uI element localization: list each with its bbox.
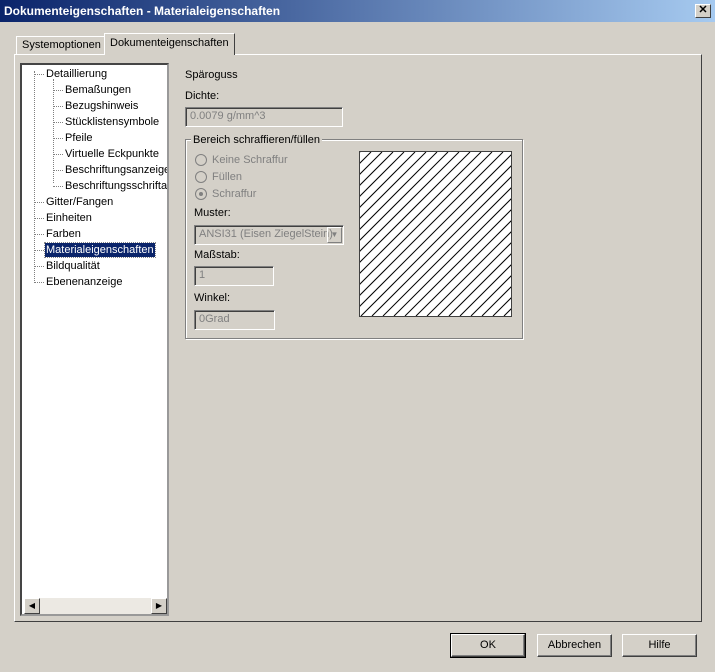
- hatch-pattern-image: [195, 151, 715, 317]
- hatch-line: [470, 151, 636, 317]
- angle-label: Winkel:: [194, 292, 231, 304]
- pattern-value: ANSI31 (Eisen ZiegelStein): [199, 228, 333, 240]
- tree-item[interactable]: Pfeile: [64, 131, 94, 145]
- window-title: Dokumenteigenschaften - Materialeigensch…: [4, 4, 281, 18]
- tree-item[interactable]: Virtuelle Eckpunkte: [64, 147, 160, 161]
- hatch-line: [382, 151, 548, 317]
- radio-icon: [195, 154, 207, 166]
- tree-item[interactable]: Bildqualität: [45, 259, 101, 273]
- radio-fuellen[interactable]: Füllen: [195, 171, 242, 183]
- radio-checked-icon: [195, 188, 207, 200]
- scale-input[interactable]: 1: [194, 266, 274, 286]
- close-button[interactable]: ✕: [695, 4, 711, 18]
- tree-item[interactable]: Farben: [45, 227, 82, 241]
- tree-item[interactable]: Einheiten: [45, 211, 93, 225]
- tree-item[interactable]: Ebenenanzeige: [45, 275, 123, 289]
- horizontal-scrollbar[interactable]: ◀ ▶: [24, 598, 167, 614]
- density-label: Dichte:: [185, 90, 220, 102]
- hatch-line: [360, 151, 526, 317]
- scroll-left-icon[interactable]: ◀: [24, 598, 40, 614]
- tree-item[interactable]: Bemaßungen: [64, 83, 132, 97]
- tree-item[interactable]: Stücklistensymbole: [64, 115, 160, 129]
- hatch-line: [503, 151, 669, 317]
- tab-dokumenteigenschaften[interactable]: Dokumenteigenschaften: [104, 33, 235, 55]
- tree-item[interactable]: Bezugshinweis: [64, 99, 139, 113]
- tab-systemoptionen[interactable]: Systemoptionen: [16, 36, 105, 54]
- pattern-label: Muster:: [194, 207, 231, 219]
- scroll-right-icon[interactable]: ▶: [151, 598, 167, 614]
- scale-label: Maßstab:: [194, 249, 240, 261]
- tree-item[interactable]: Beschriftungsanzeige: [64, 163, 167, 177]
- radio-label: Schraffur: [212, 188, 257, 200]
- options-tree[interactable]: Detaillierung Bemaßungen Bezugshinweis Stüc…: [20, 63, 169, 616]
- help-button[interactable]: Hilfe: [622, 634, 697, 657]
- radio-schraffur[interactable]: Schraffur: [195, 188, 256, 200]
- tree-item[interactable]: Materialeigenschaften: [44, 242, 156, 258]
- hatch-line: [448, 151, 614, 317]
- hatch-line: [393, 151, 559, 317]
- tree-item[interactable]: Beschriftungsschriftart: [64, 179, 167, 193]
- density-input[interactable]: 0.0079 g/mm^3: [185, 107, 343, 127]
- radio-label: Füllen: [212, 171, 242, 183]
- radio-icon: [195, 171, 207, 183]
- pattern-combobox[interactable]: ANSI31 (Eisen ZiegelStein) ▼: [194, 225, 344, 245]
- cancel-button[interactable]: Abbrechen: [537, 634, 612, 657]
- material-name: Späroguss: [185, 69, 238, 81]
- hatch-line: [349, 151, 515, 317]
- angle-input[interactable]: 0Grad: [194, 310, 275, 330]
- tree-item[interactable]: Gitter/Fangen: [45, 195, 114, 209]
- hatch-line: [371, 151, 537, 317]
- hatch-line: [261, 151, 427, 317]
- hatch-group-label: Bereich schraffieren/füllen: [191, 134, 322, 146]
- chevron-down-icon[interactable]: ▼: [327, 227, 342, 243]
- hatch-preview: [195, 151, 715, 317]
- tree-item[interactable]: Detaillierung: [45, 67, 108, 81]
- radio-label: Keine Schraffur: [212, 154, 288, 166]
- radio-keine-schraffur[interactable]: Keine Schraffur: [195, 154, 288, 166]
- ok-button[interactable]: OK: [450, 633, 526, 658]
